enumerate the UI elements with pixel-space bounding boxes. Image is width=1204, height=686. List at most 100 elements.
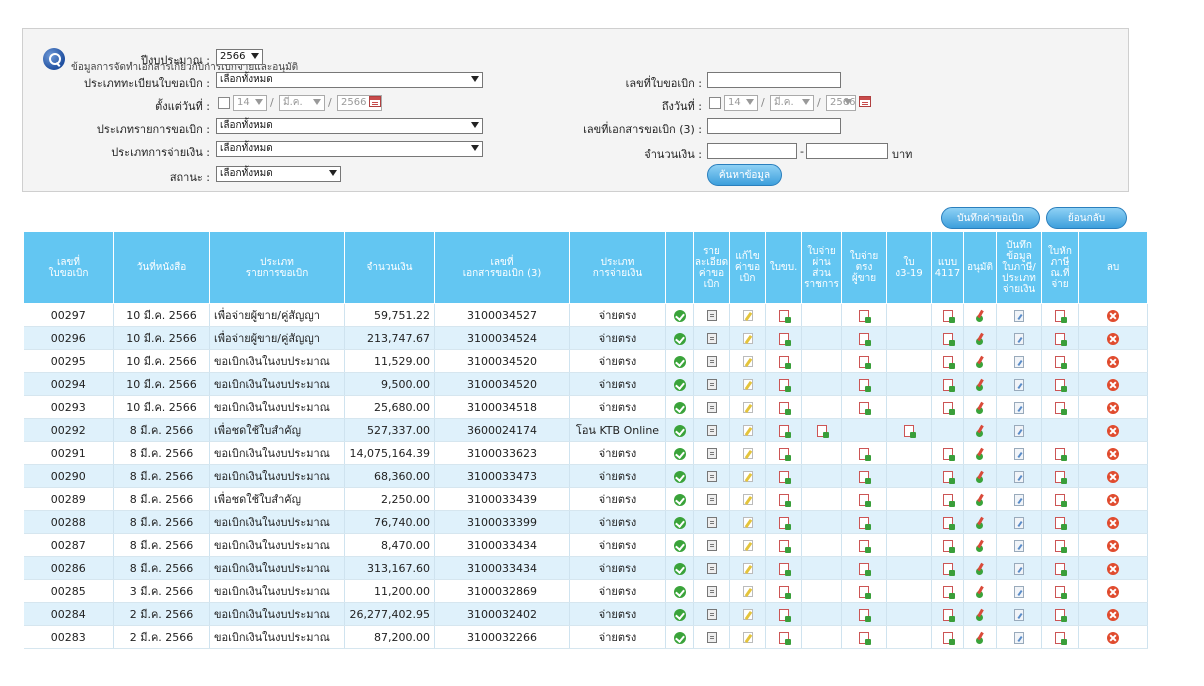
pdf-icon[interactable] (816, 424, 829, 438)
delete-icon[interactable] (1107, 378, 1119, 391)
pdf-icon[interactable] (859, 562, 871, 576)
details-icon[interactable] (706, 310, 717, 321)
approve-icon[interactable] (975, 333, 985, 345)
approve-icon[interactable] (975, 425, 985, 437)
table-row[interactable]: 00285 3 มี.ค. 2566 ขอเบิกเงินในงบประมาณ 11,… (23, 579, 1148, 603)
pdf-icon[interactable] (1055, 631, 1067, 645)
pdf-icon[interactable] (778, 401, 791, 415)
pdf-icon[interactable] (942, 401, 955, 415)
edit-icon[interactable] (742, 609, 753, 620)
item-type-select[interactable]: เลือกทั้งหมด (216, 118, 483, 134)
pdf-icon[interactable] (942, 539, 955, 553)
pdf-icon[interactable] (1055, 447, 1067, 461)
approve-icon[interactable] (975, 448, 985, 460)
approve-icon[interactable] (975, 563, 985, 575)
pdf-icon[interactable] (778, 447, 791, 461)
pdf-icon[interactable] (859, 493, 871, 507)
note-icon[interactable] (1014, 585, 1024, 598)
status-check-icon[interactable] (673, 516, 686, 529)
table-row[interactable]: 00292 8 มี.ค. 2566 เพื่อชดใช้ใบสำคัญ 527,33… (23, 418, 1148, 442)
status-select[interactable]: เลือกทั้งหมด (216, 166, 341, 182)
pdf-icon[interactable] (778, 493, 791, 507)
status-check-icon[interactable] (673, 332, 686, 345)
pdf-icon[interactable] (1055, 309, 1067, 323)
delete-icon[interactable] (1107, 424, 1119, 437)
pdf-icon[interactable] (942, 378, 955, 392)
table-row[interactable]: 00295 10 มี.ค. 2566 ขอเบิกเงินในงบประมาณ 11… (23, 349, 1148, 373)
calendar-icon[interactable] (859, 96, 871, 107)
status-check-icon[interactable] (673, 470, 686, 483)
edit-icon[interactable] (742, 425, 753, 436)
table-row[interactable]: 00290 8 มี.ค. 2566 ขอเบิกเงินในงบประมาณ 68,… (23, 464, 1148, 488)
table-row[interactable]: 00291 8 มี.ค. 2566 ขอเบิกเงินในงบประมาณ 14,… (23, 441, 1148, 465)
pdf-icon[interactable] (778, 539, 791, 553)
approve-icon[interactable] (975, 517, 985, 529)
details-icon[interactable] (706, 494, 717, 505)
edit-icon[interactable] (742, 333, 753, 344)
delete-icon[interactable] (1107, 516, 1119, 529)
note-icon[interactable] (1014, 332, 1024, 345)
note-icon[interactable] (1014, 378, 1024, 391)
edit-icon[interactable] (742, 517, 753, 528)
edit-icon[interactable] (742, 356, 753, 367)
note-icon[interactable] (1014, 355, 1024, 368)
pdf-icon[interactable] (778, 608, 791, 622)
pdf-icon[interactable] (859, 401, 871, 415)
back-button[interactable]: ย้อนกลับ (1046, 207, 1127, 229)
pdf-icon[interactable] (1055, 608, 1067, 622)
to-date-checkbox[interactable] (709, 97, 721, 109)
pdf-icon[interactable] (1055, 493, 1067, 507)
table-row[interactable]: 00297 10 มี.ค. 2566 เพื่อจ่ายผู้ขาย/คู่สัญ… (23, 303, 1148, 327)
request-type-select[interactable]: เลือกทั้งหมด (216, 72, 483, 88)
record-request-button[interactable]: บันทึกค่าขอเบิก (941, 207, 1040, 229)
edit-icon[interactable] (742, 540, 753, 551)
delete-icon[interactable] (1107, 447, 1119, 460)
delete-icon[interactable] (1107, 470, 1119, 483)
pdf-icon[interactable] (1055, 332, 1067, 346)
pdf-icon[interactable] (859, 332, 871, 346)
calendar-icon[interactable] (369, 96, 381, 107)
approve-icon[interactable] (975, 494, 985, 506)
approve-icon[interactable] (975, 356, 985, 368)
table-row[interactable]: 00287 8 มี.ค. 2566 ขอเบิกเงินในงบประมาณ 8,4… (23, 533, 1148, 557)
table-row[interactable]: 00293 10 มี.ค. 2566 ขอเบิกเงินในงบประมาณ 25… (23, 395, 1148, 419)
pdf-icon[interactable] (1055, 516, 1067, 530)
pdf-icon[interactable] (778, 562, 791, 576)
pdf-icon[interactable] (778, 585, 791, 599)
approve-icon[interactable] (975, 586, 985, 598)
from-date-checkbox[interactable] (218, 97, 230, 109)
edit-icon[interactable] (742, 448, 753, 459)
amount-from-input[interactable] (707, 143, 797, 159)
status-check-icon[interactable] (673, 585, 686, 598)
details-icon[interactable] (706, 379, 717, 390)
note-icon[interactable] (1014, 493, 1024, 506)
note-icon[interactable] (1014, 447, 1024, 460)
details-icon[interactable] (706, 425, 717, 436)
status-check-icon[interactable] (673, 539, 686, 552)
pdf-icon[interactable] (859, 378, 871, 392)
search-button[interactable]: ค้นหาข้อมูล (707, 164, 782, 186)
pdf-icon[interactable] (942, 447, 955, 461)
pdf-icon[interactable] (942, 493, 955, 507)
details-icon[interactable] (706, 448, 717, 459)
pdf-icon[interactable] (859, 355, 871, 369)
details-icon[interactable] (706, 563, 717, 574)
note-icon[interactable] (1014, 631, 1024, 644)
approve-icon[interactable] (975, 310, 985, 322)
doc-no-input[interactable] (707, 118, 841, 134)
details-icon[interactable] (706, 471, 717, 482)
pdf-icon[interactable] (942, 355, 955, 369)
pdf-icon[interactable] (1055, 470, 1067, 484)
note-icon[interactable] (1014, 562, 1024, 575)
status-check-icon[interactable] (673, 631, 686, 644)
delete-icon[interactable] (1107, 539, 1119, 552)
to-year-select[interactable]: 2566 (826, 95, 856, 111)
pdf-icon[interactable] (1055, 378, 1067, 392)
delete-icon[interactable] (1107, 309, 1119, 322)
pdf-icon[interactable] (942, 516, 955, 530)
pdf-icon[interactable] (859, 631, 871, 645)
approve-icon[interactable] (975, 609, 985, 621)
details-icon[interactable] (706, 540, 717, 551)
details-icon[interactable] (706, 517, 717, 528)
pdf-icon[interactable] (1055, 585, 1067, 599)
